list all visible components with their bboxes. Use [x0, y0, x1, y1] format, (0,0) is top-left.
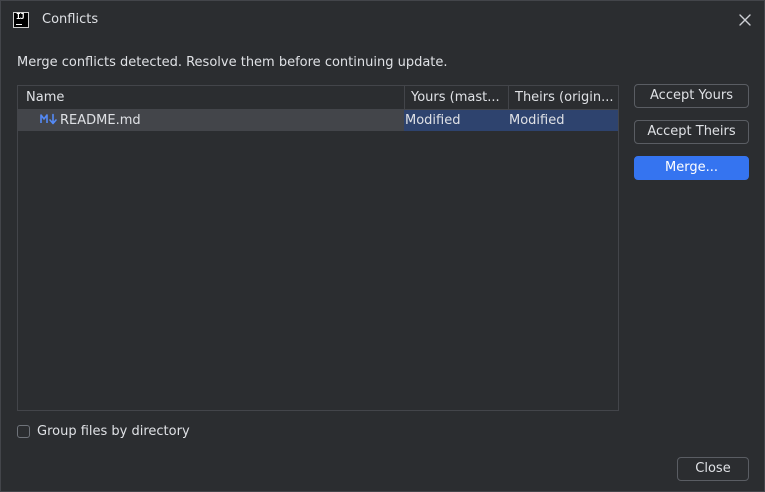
window-title: Conflicts: [42, 12, 99, 27]
theirs-status-cell: Modified: [508, 110, 618, 131]
close-icon[interactable]: [736, 11, 754, 29]
column-header-name[interactable]: Name: [18, 86, 404, 109]
file-name: README.md: [60, 113, 141, 128]
table-row[interactable]: README.md Modified Modified: [18, 110, 618, 131]
table-header: Name Yours (mast... Theirs (origin...: [18, 86, 618, 110]
accept-theirs-button[interactable]: Accept Theirs: [634, 120, 749, 144]
title-bar: IJ Conflicts: [1, 1, 764, 39]
intellij-app-icon: IJ: [13, 12, 29, 28]
column-header-yours[interactable]: Yours (mast...: [404, 86, 508, 109]
merge-button[interactable]: Merge...: [634, 156, 749, 180]
group-by-directory-checkbox[interactable]: [17, 425, 30, 438]
conflict-message: Merge conflicts detected. Resolve them b…: [17, 55, 448, 70]
markdown-file-icon: [40, 111, 58, 125]
conflicts-dialog: IJ Conflicts Merge conflicts detected. R…: [0, 0, 765, 492]
file-name-cell: README.md: [18, 110, 404, 131]
yours-status-cell: Modified: [404, 110, 508, 131]
column-header-theirs[interactable]: Theirs (origin...: [508, 86, 618, 109]
group-by-directory-label: Group files by directory: [37, 424, 190, 439]
conflicts-table: Name Yours (mast... Theirs (origin... RE…: [17, 85, 619, 411]
accept-yours-button[interactable]: Accept Yours: [634, 84, 749, 108]
close-button[interactable]: Close: [677, 457, 749, 481]
